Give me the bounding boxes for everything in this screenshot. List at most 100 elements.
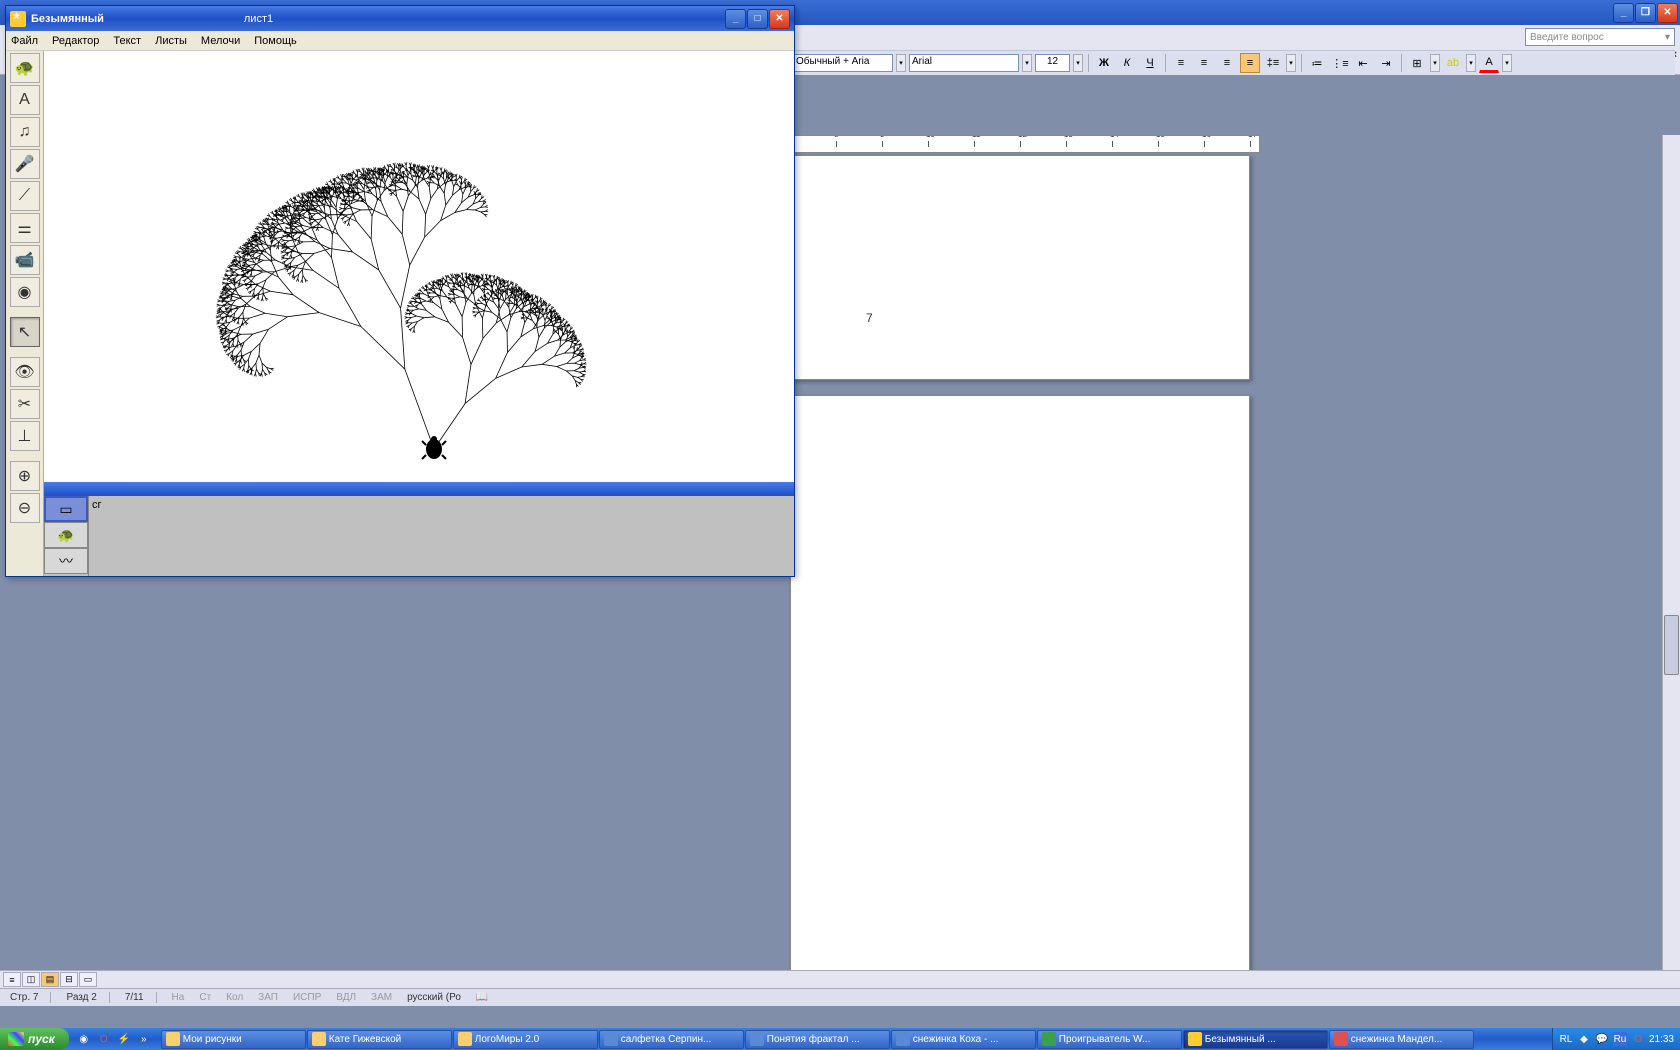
hslider-icon[interactable]: ⚌ (10, 213, 40, 243)
turtle-icon[interactable]: 🐢 (10, 53, 40, 83)
scissors-icon[interactable]: ✂ (10, 389, 40, 419)
zoom-out-icon[interactable]: ⊖ (10, 493, 40, 523)
quick-launch: ◉ O ⚡ » (69, 1030, 159, 1048)
view-print-button[interactable]: ▤ (41, 972, 59, 987)
camera-icon[interactable]: 📹 (10, 245, 40, 275)
command-input[interactable]: сг (89, 496, 794, 576)
taskbar-item[interactable]: ЛогоМиры 2.0 (453, 1030, 598, 1049)
size-dropdown[interactable]: ▾ (1073, 54, 1083, 72)
tray-lang2[interactable]: Ru (1613, 1032, 1627, 1046)
status-spellcheck-icon[interactable]: 📖 (476, 992, 488, 1003)
logo-close-button[interactable]: ✕ (769, 9, 790, 29)
word-horizontal-scrollbar[interactable] (103, 972, 1677, 987)
turtle-icon (422, 436, 446, 459)
menu-мелочи[interactable]: Мелочи (201, 35, 240, 47)
word-help-search[interactable]: Введите вопрос▾ (1525, 28, 1675, 46)
borders-button[interactable]: ⊞ (1407, 53, 1427, 73)
word-vertical-scrollbar[interactable] (1662, 135, 1680, 978)
start-label: пуск (28, 1032, 55, 1046)
scrollbar-thumb[interactable] (1664, 615, 1679, 675)
logoworlds-divider[interactable] (44, 482, 794, 496)
align-center-button[interactable]: ≡ (1194, 53, 1214, 73)
style-dropdown[interactable]: ▾ (896, 54, 906, 72)
tray-icon-2[interactable]: 💬 (1595, 1032, 1609, 1046)
decrease-indent-button[interactable]: ⇤ (1353, 53, 1373, 73)
font-color-dropdown[interactable]: ▾ (1502, 54, 1512, 72)
increase-indent-button[interactable]: ⇥ (1376, 53, 1396, 73)
word-ruler[interactable]: 7891011121314151617 (790, 135, 1260, 153)
text-icon[interactable]: A (10, 85, 40, 115)
task-label: Безымянный ... (1205, 1034, 1276, 1045)
word-page-2[interactable] (790, 395, 1250, 980)
quick-launch-1[interactable]: ◉ (75, 1030, 93, 1048)
status-section: Разд 2 (66, 992, 109, 1003)
numbered-list-button[interactable]: ≔ (1307, 53, 1327, 73)
slider-icon[interactable]: ⟋ (10, 181, 40, 211)
disc-icon[interactable]: ◉ (10, 277, 40, 307)
windows-flag-icon (8, 1032, 24, 1046)
menu-помощь[interactable]: Помощь (254, 35, 297, 47)
quick-launch-3[interactable]: ⚡ (115, 1030, 133, 1048)
stamp-icon[interactable]: ⊥ (10, 421, 40, 451)
menu-листы[interactable]: Листы (155, 35, 187, 47)
taskbar-item[interactable]: Проигрыватель W... (1037, 1030, 1182, 1049)
quick-launch-2[interactable]: O (95, 1030, 113, 1048)
word-close-button[interactable]: ✕ (1657, 3, 1678, 23)
logo-maximize-button[interactable]: □ (747, 9, 768, 29)
logoworlds-canvas[interactable] (44, 51, 794, 482)
command-tab-3[interactable]: 〰 (44, 548, 88, 574)
bullet-list-button[interactable]: ⋮≡ (1330, 53, 1350, 73)
view-reading-button[interactable]: ▭ (79, 972, 97, 987)
highlight-dropdown[interactable]: ▾ (1466, 54, 1476, 72)
font-color-button[interactable]: A (1479, 53, 1499, 73)
menu-редактор[interactable]: Редактор (52, 35, 99, 47)
word-minimize-button[interactable]: _ (1613, 3, 1634, 23)
logoworlds-titlebar[interactable]: Безымянный лист1 _ □ ✕ (6, 6, 794, 31)
taskbar-item[interactable]: Понятия фрактал ... (745, 1030, 890, 1049)
tray-icon-1[interactable]: ◆ (1577, 1032, 1591, 1046)
style-select[interactable]: Обычный + Aria (793, 54, 893, 72)
menu-текст[interactable]: Текст (113, 35, 141, 47)
underline-button[interactable]: Ч (1140, 53, 1160, 73)
align-right-button[interactable]: ≡ (1217, 53, 1237, 73)
size-select[interactable]: 12 (1035, 54, 1070, 72)
command-tab-2[interactable]: 🐢 (44, 522, 88, 548)
tray-clock[interactable]: 21:33 (1649, 1034, 1674, 1045)
task-icon (604, 1032, 618, 1046)
fractal-tree-drawing (164, 131, 664, 482)
taskbar-item[interactable]: салфетка Серпин... (599, 1030, 744, 1049)
logo-minimize-button[interactable]: _ (725, 9, 746, 29)
music-icon[interactable]: ♫ (10, 117, 40, 147)
zoom-in-icon[interactable]: ⊕ (10, 461, 40, 491)
eye-icon[interactable]: 👁 (10, 357, 40, 387)
task-icon (166, 1032, 180, 1046)
start-button[interactable]: пуск (0, 1028, 69, 1050)
taskbar-item[interactable]: Безымянный ... (1183, 1030, 1328, 1049)
highlight-button[interactable]: ab (1443, 53, 1463, 73)
font-select[interactable]: Arial (909, 54, 1019, 72)
mic-icon[interactable]: 🎤 (10, 149, 40, 179)
italic-button[interactable]: К (1117, 53, 1137, 73)
quick-launch-expand[interactable]: » (135, 1030, 153, 1048)
line-spacing-button[interactable]: ‡≡ (1263, 53, 1283, 73)
bold-button[interactable]: Ж (1094, 53, 1114, 73)
tray-lang1[interactable]: RL (1559, 1032, 1573, 1046)
align-justify-button[interactable]: ≡ (1240, 53, 1260, 73)
spacing-dropdown[interactable]: ▾ (1286, 54, 1296, 72)
taskbar-item[interactable]: Кате Гижевской (307, 1030, 452, 1049)
view-normal-button[interactable]: ≡ (3, 972, 21, 987)
font-dropdown[interactable]: ▾ (1022, 54, 1032, 72)
taskbar-item[interactable]: Мои рисунки (161, 1030, 306, 1049)
align-left-button[interactable]: ≡ (1171, 53, 1191, 73)
view-web-button[interactable]: ◫ (22, 972, 40, 987)
command-tab-1[interactable]: ▭ (44, 496, 88, 522)
taskbar-item[interactable]: снежинка Мандел... (1329, 1030, 1474, 1049)
pointer-icon[interactable]: ↖ (10, 317, 40, 347)
word-maximize-button[interactable]: ❐ (1635, 3, 1656, 23)
menu-файл[interactable]: Файл (11, 35, 38, 47)
word-page-1[interactable]: 7 (790, 155, 1250, 380)
taskbar-item[interactable]: снежинка Коха - ... (891, 1030, 1036, 1049)
borders-dropdown[interactable]: ▾ (1430, 54, 1440, 72)
tray-icon-3[interactable]: O (1631, 1032, 1645, 1046)
view-outline-button[interactable]: ⊟ (60, 972, 78, 987)
